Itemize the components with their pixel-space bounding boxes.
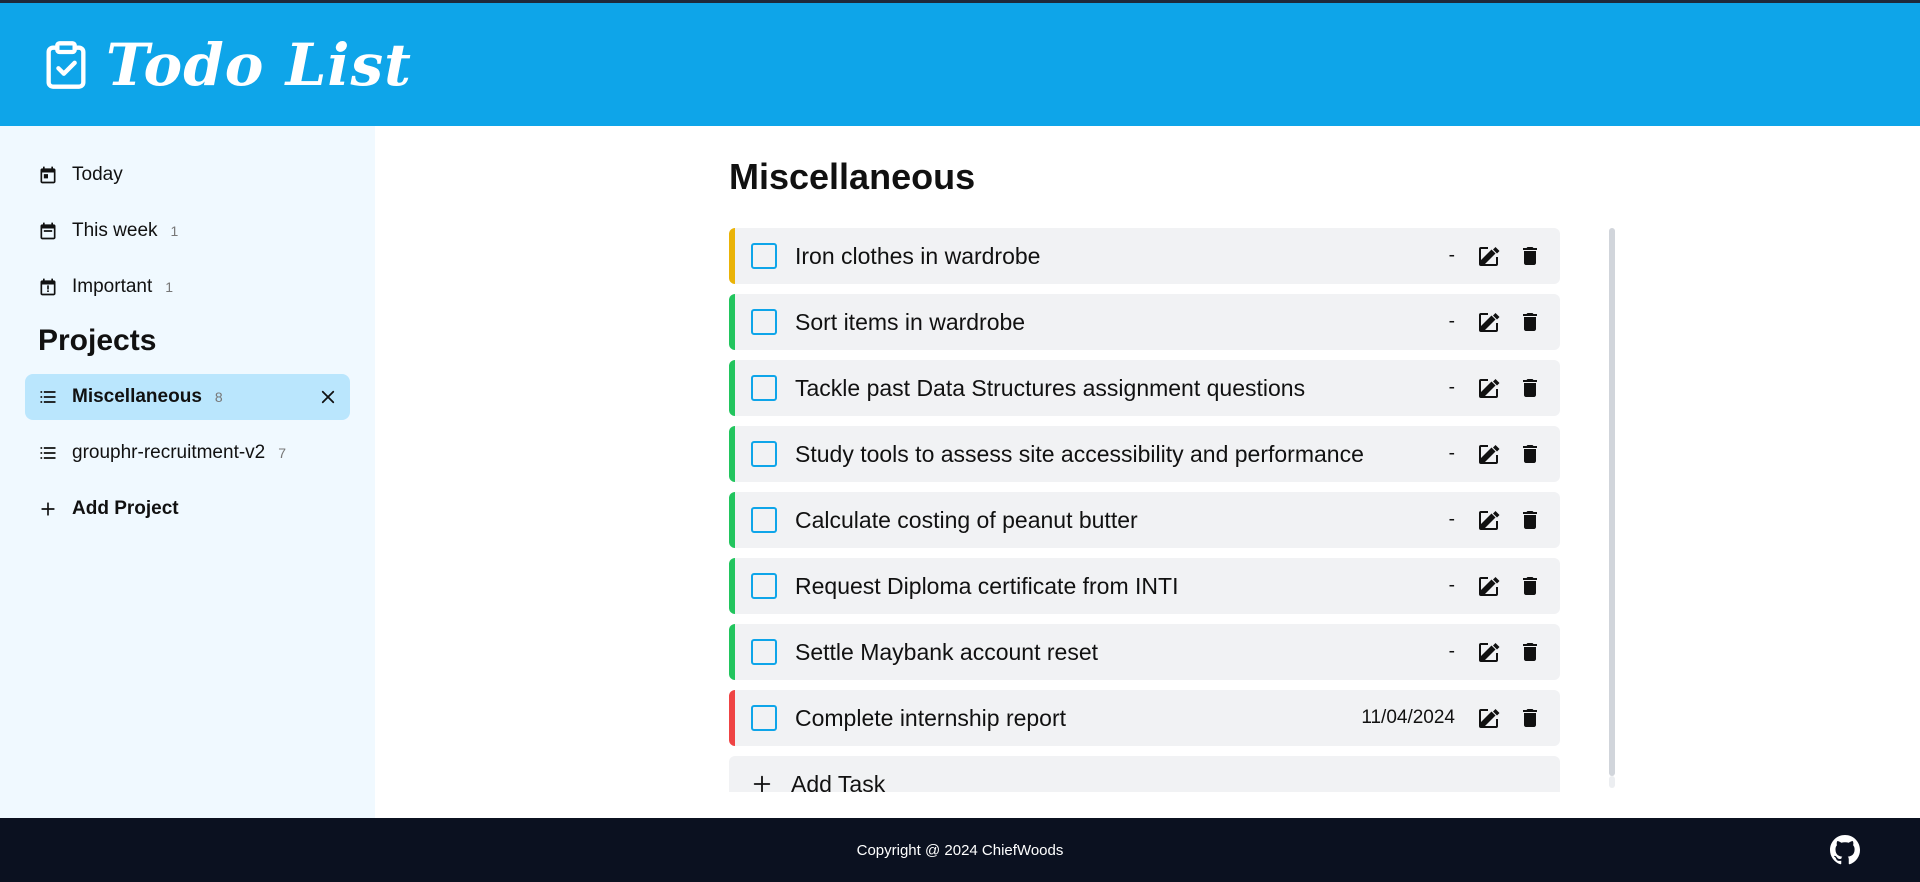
task-checkbox[interactable]: [751, 573, 777, 599]
page-title: Miscellaneous: [729, 156, 976, 197]
task-checkbox[interactable]: [751, 705, 777, 731]
trash-icon[interactable]: [1518, 574, 1542, 598]
task-list[interactable]: Iron clothes in wardrobe - Sort items in w…: [729, 228, 1589, 792]
task-checkbox[interactable]: [751, 375, 777, 401]
app-header: Todo List: [0, 3, 1920, 126]
edit-icon[interactable]: [1477, 310, 1501, 334]
task-due-date: -: [1448, 641, 1455, 662]
edit-icon[interactable]: [1477, 640, 1501, 664]
task-due-date: -: [1448, 245, 1455, 266]
sidebar-project-miscellaneous[interactable]: Miscellaneous 8: [25, 374, 350, 420]
copyright-text: Copyright @ 2024 ChiefWoods: [856, 841, 1064, 859]
task-name: Complete internship report: [795, 704, 1067, 731]
add-project-button[interactable]: Add Project: [25, 486, 350, 532]
task-checkbox[interactable]: [751, 309, 777, 335]
task-name: Study tools to assess site accessibility…: [795, 440, 1364, 467]
trash-icon[interactable]: [1518, 706, 1542, 730]
task-due-date: -: [1448, 509, 1455, 530]
sidebar-item-label: grouphr-recruitment-v2: [72, 442, 266, 463]
task-checkbox[interactable]: [751, 639, 777, 665]
sidebar-item-label: This week: [72, 220, 158, 241]
edit-icon[interactable]: [1477, 442, 1501, 466]
task-due-date: 11/04/2024: [1361, 707, 1455, 728]
task-row[interactable]: Tackle past Data Structures assignment q…: [729, 360, 1560, 416]
sidebar-item-today[interactable]: Today: [25, 152, 350, 198]
task-name: Calculate costing of peanut butter: [795, 506, 1138, 533]
task-due-date: -: [1448, 377, 1455, 398]
main-content: Miscellaneous Iron clothes in wardrobe - S…: [375, 126, 1920, 818]
close-icon[interactable]: [319, 388, 337, 406]
task-count-badge: 1: [165, 279, 174, 295]
sidebar-item-label: Important: [72, 276, 153, 297]
task-count-badge: 1: [170, 223, 179, 239]
trash-icon[interactable]: [1518, 244, 1542, 268]
edit-icon[interactable]: [1477, 508, 1501, 532]
list-icon: [40, 447, 56, 459]
sidebar-item-label: Miscellaneous: [72, 386, 202, 407]
task-row[interactable]: Request Diploma certificate from INTI -: [729, 558, 1560, 614]
task-due-date: -: [1448, 443, 1455, 464]
edit-icon[interactable]: [1477, 244, 1501, 268]
add-project-label: Add Project: [72, 498, 179, 519]
edit-icon[interactable]: [1477, 376, 1501, 400]
task-checkbox[interactable]: [751, 441, 777, 467]
task-count-badge: 8: [214, 389, 223, 405]
edit-icon[interactable]: [1477, 706, 1501, 730]
task-row[interactable]: Calculate costing of peanut butter -: [729, 492, 1560, 548]
sidebar: Today This week 1 Important 1 Projects M…: [0, 126, 375, 818]
calendar-icon: [40, 222, 56, 240]
edit-icon[interactable]: [1477, 574, 1501, 598]
task-name: Iron clothes in wardrobe: [795, 242, 1041, 269]
task-name: Tackle past Data Structures assignment q…: [795, 374, 1306, 401]
scrollbar-track[interactable]: [1609, 776, 1615, 788]
task-name: Settle Maybank account reset: [795, 638, 1098, 665]
add-task-label: Add Task: [791, 770, 886, 793]
add-task-button[interactable]: Add Task: [729, 756, 1560, 792]
github-icon[interactable]: [1830, 835, 1860, 865]
trash-icon[interactable]: [1518, 310, 1542, 334]
trash-icon[interactable]: [1518, 376, 1542, 400]
task-row[interactable]: Complete internship report 11/04/2024: [729, 690, 1560, 746]
task-row[interactable]: Iron clothes in wardrobe -: [729, 228, 1560, 284]
task-checkbox[interactable]: [751, 243, 777, 269]
sidebar-item-important[interactable]: Important 1: [25, 264, 350, 310]
task-checkbox[interactable]: [751, 507, 777, 533]
plus-icon: [753, 775, 771, 792]
sidebar-project-grouphr-recruitment-v2[interactable]: grouphr-recruitment-v2 7: [25, 430, 350, 476]
list-icon: [40, 391, 56, 403]
task-due-date: -: [1448, 575, 1455, 596]
sidebar-item-this-week[interactable]: This week 1: [25, 208, 350, 254]
task-row[interactable]: Study tools to assess site accessibility…: [729, 426, 1560, 482]
projects-heading: Projects: [38, 324, 157, 357]
trash-icon[interactable]: [1518, 442, 1542, 466]
task-row[interactable]: Sort items in wardrobe -: [729, 294, 1560, 350]
clipboard-check-icon: [46, 40, 86, 89]
plus-icon: [41, 502, 55, 516]
app-title: Todo List: [106, 30, 412, 99]
scrollbar-thumb[interactable]: [1609, 228, 1615, 776]
sidebar-item-label: Today: [72, 164, 123, 185]
footer: Copyright @ 2024 ChiefWoods: [0, 818, 1920, 882]
calendar-icon: [40, 166, 56, 184]
task-count-badge: 7: [278, 445, 287, 461]
task-name: Request Diploma certificate from INTI: [795, 572, 1179, 599]
task-due-date: -: [1448, 311, 1455, 332]
task-name: Sort items in wardrobe: [795, 308, 1026, 335]
calendar-alert-icon: [40, 278, 56, 296]
trash-icon[interactable]: [1518, 640, 1542, 664]
trash-icon[interactable]: [1518, 508, 1542, 532]
task-row[interactable]: Settle Maybank account reset -: [729, 624, 1560, 680]
